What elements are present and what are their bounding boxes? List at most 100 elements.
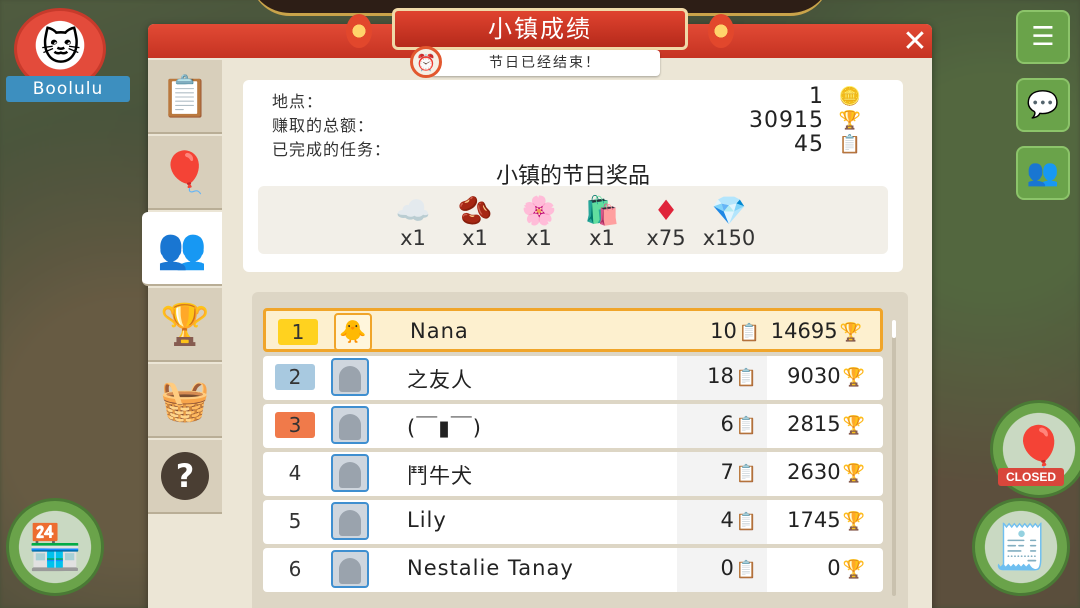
- reward-qty: x1: [526, 226, 552, 250]
- trophy-value: 2815: [787, 412, 841, 436]
- leaderboard-row[interactable]: 3 (￣▮￣) 6 📋 2815 🏆: [263, 404, 883, 448]
- task-list-icon: 📋: [160, 73, 210, 120]
- trophy-value: 9030: [787, 364, 841, 388]
- list-icon: ☰: [1031, 22, 1055, 52]
- friends-icon: 👥: [1026, 158, 1060, 188]
- trophy-value: 1745: [787, 508, 841, 532]
- lantern-icon: [346, 14, 372, 48]
- rank-badge: 4: [288, 461, 302, 485]
- default-avatar-icon: [339, 558, 361, 584]
- player-name: Lily: [407, 508, 447, 532]
- reward-item: 🛍️ x1: [571, 194, 633, 256]
- player-name: Nestalie Tanay: [407, 556, 574, 580]
- default-avatar-icon: [339, 414, 361, 440]
- reward-qty: x150: [702, 226, 756, 250]
- leaderboard-row[interactable]: 1 🐥 Nana 10 📋 14695 🏆: [263, 308, 883, 352]
- trophy-count: 9030 🏆: [787, 364, 865, 388]
- trophy-icon: 🏆: [842, 367, 865, 388]
- player-name: (￣▮￣): [407, 416, 482, 440]
- leaderboard-row[interactable]: 2 之友人 18 📋 9030 🏆: [263, 356, 883, 400]
- cocoa-icon: 🫘: [457, 194, 493, 227]
- tab-town-members[interactable]: 👥: [142, 212, 222, 286]
- reward-item: 🫘 x1: [444, 194, 506, 256]
- cash-register-button[interactable]: 🧾: [972, 498, 1070, 596]
- player-badge[interactable]: Boolulu: [6, 6, 130, 102]
- reward-item: ☁️ x1: [382, 194, 444, 256]
- player-name: Nana: [410, 319, 469, 343]
- people-icon: 👥: [157, 225, 207, 272]
- close-button[interactable]: ✕: [900, 27, 930, 58]
- tasks-cell: 10 📋: [680, 311, 770, 355]
- avatar: [331, 550, 369, 588]
- tasks-count: 4 📋: [720, 508, 757, 532]
- stat-label: 已完成的任务：: [272, 140, 392, 159]
- tab-tasks[interactable]: 📋: [148, 60, 222, 134]
- leaderboard-scrollbar[interactable]: [892, 320, 896, 596]
- stat-value: 45: [794, 132, 824, 157]
- task-list-icon: 📋: [735, 512, 757, 532]
- tasks-count: 0 📋: [720, 556, 757, 580]
- trophy-icon: 🏆: [842, 415, 865, 436]
- trophy-count: 1745 🏆: [787, 508, 865, 532]
- friends-button[interactable]: 👥: [1016, 146, 1070, 200]
- reward-qty: x1: [589, 226, 615, 250]
- player-name: Boolulu: [6, 76, 130, 102]
- trophy-value: 14695: [770, 319, 838, 343]
- leaderboard-row[interactable]: 5 Lily 4 📋 1745 🏆: [263, 500, 883, 544]
- stat-value: 1: [809, 84, 824, 109]
- diamond-icon: 💎: [711, 194, 747, 227]
- trophy-count: 0 🏆: [827, 556, 865, 580]
- rank-badge: 2: [275, 364, 315, 390]
- tab-balloons[interactable]: 🎈: [148, 136, 222, 210]
- chat-button[interactable]: 💬: [1016, 78, 1070, 132]
- rank-badge: 6: [288, 557, 302, 581]
- panel-title: 小镇成绩: [392, 8, 688, 50]
- tasks-value: 18: [707, 364, 734, 388]
- trophy-icon: 🏆: [842, 511, 865, 532]
- reward-qty: x75: [646, 226, 686, 250]
- scrollbar-thumb[interactable]: [892, 320, 896, 338]
- treasure-chest-icon: 🧺: [160, 377, 210, 424]
- tasks-cell: 4 📋: [677, 500, 767, 544]
- tasks-count: 7 📋: [720, 460, 757, 484]
- stat-value: 30915: [749, 108, 824, 133]
- festival-ended-label: 节日已经结束！: [430, 50, 660, 76]
- tasks-cell: 18 📋: [677, 356, 767, 400]
- avatar: [331, 454, 369, 492]
- tasks-cell: 6 📋: [677, 404, 767, 448]
- avatar: 🐥: [334, 313, 372, 351]
- coins-icon: 🪙: [838, 86, 862, 107]
- leaderboard-row[interactable]: 6 Nestalie Tanay 0 📋 0 🏆: [263, 548, 883, 592]
- tasks-value: 0: [720, 556, 734, 580]
- reward-item: ♦ x75: [635, 194, 697, 256]
- task-list-icon: 📋: [735, 464, 757, 484]
- leaderboard-row[interactable]: 4 鬥牛犬 7 📋 2630 🏆: [263, 452, 883, 496]
- default-avatar-icon: [339, 462, 361, 488]
- stat-row-tasks-completed: 已完成的任务： 45 📋: [272, 132, 872, 160]
- tasks-value: 6: [720, 412, 734, 436]
- tab-help[interactable]: ?: [148, 440, 222, 514]
- cotton-icon: ☁️: [395, 194, 431, 227]
- tab-prize-chest[interactable]: 🧺: [148, 364, 222, 438]
- tasks-value: 7: [720, 460, 734, 484]
- task-list-icon: 📋: [735, 560, 757, 580]
- shop-button[interactable]: 🏪: [6, 498, 104, 596]
- trophy-icon: 🏆: [842, 559, 865, 580]
- balloons-icon: 🎈: [160, 149, 210, 196]
- tasks-count: 6 📋: [720, 412, 757, 436]
- trophy-icon: 🏆: [838, 110, 862, 131]
- reward-item: 💎 x150: [698, 194, 760, 256]
- reward-qty: x1: [462, 226, 488, 250]
- rank-badge: 3: [275, 412, 315, 438]
- trophy-value: 2630: [787, 460, 841, 484]
- tab-festival-awards[interactable]: 🏆: [148, 288, 222, 362]
- stat-row-total-earned: 赚取的总额： 30915 🏆: [272, 108, 872, 136]
- trophy-icon: 🏆: [839, 322, 862, 343]
- rank-badge: 5: [288, 509, 302, 533]
- reward-item: 🌸 x1: [508, 194, 570, 256]
- help-icon: ?: [161, 452, 209, 500]
- avatar: [331, 406, 369, 444]
- menu-list-button[interactable]: ☰: [1016, 10, 1070, 64]
- avatar: [331, 358, 369, 396]
- tasks-value: 10: [710, 319, 737, 343]
